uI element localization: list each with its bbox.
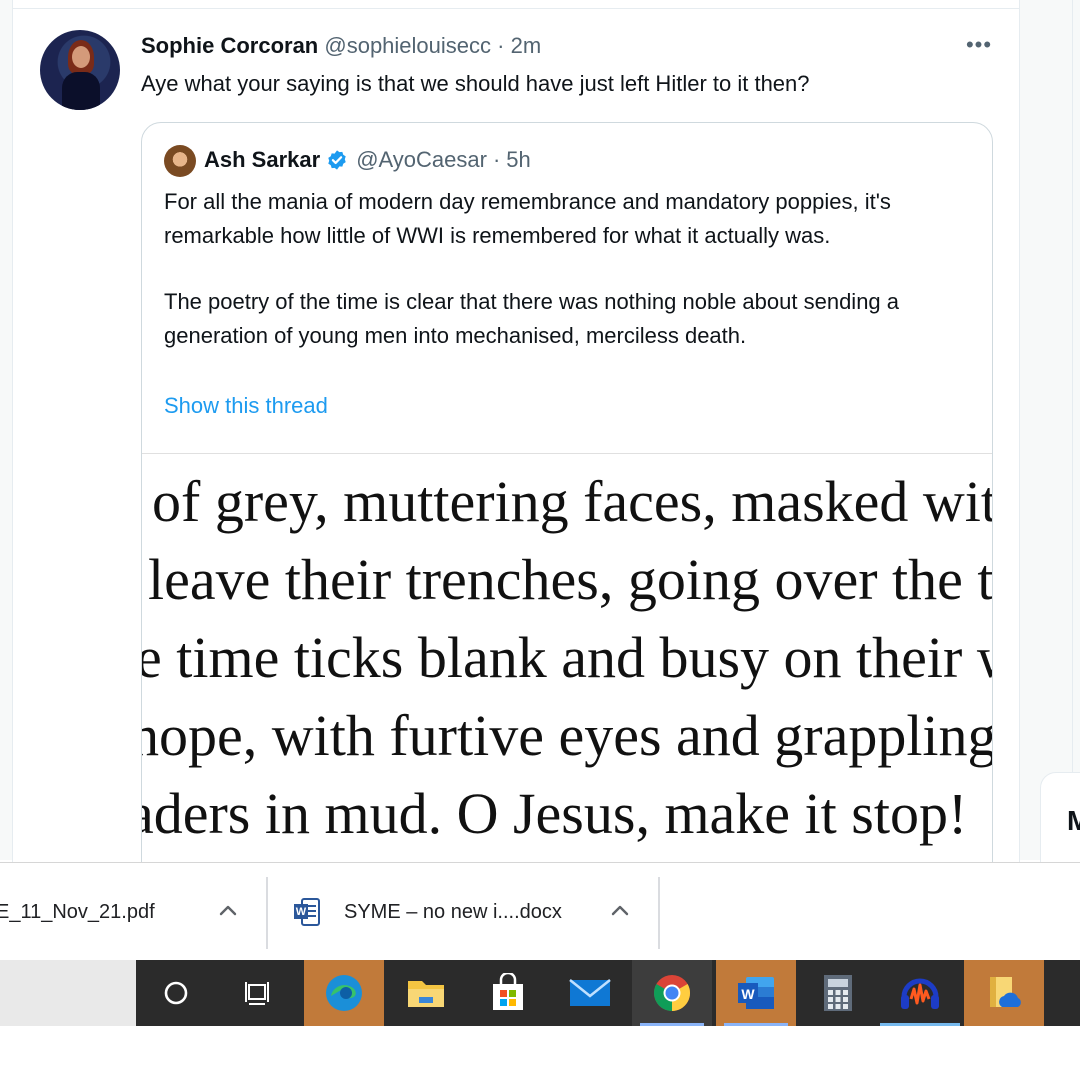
download-filename: E_11_Nov_21.pdf [0,901,155,923]
file-explorer-icon [408,981,444,1007]
calculator-icon [824,975,852,1011]
tweet-text: Aye what your saying is that we should h… [141,71,810,96]
quoted-author-handle: @AyoCaesar [356,147,487,172]
taskbar-audacity-button[interactable] [880,960,960,1026]
quoted-tweet-header: Ash Sarkar @AyoCaesar · 5h [204,147,531,173]
poem-line: leave their trenches, going over the to [148,547,993,612]
download-separator [658,877,660,949]
chevron-up-icon[interactable] [608,899,632,923]
divider [13,8,1019,9]
taskbar: W [0,960,1080,1026]
taskbar-file-explorer-button[interactable] [386,960,466,1026]
taskbar-search-box[interactable] [0,960,136,1026]
quoted-paragraph-1: For all the mania of modern day remembra… [164,189,891,248]
poem-image[interactable]: of grey, muttering faces, masked with le… [142,453,993,862]
separator-dot: · [492,147,501,172]
word-icon: W [738,977,774,1009]
download-item-docx[interactable]: W SYME – no new i....docx [268,863,660,961]
verified-badge-icon [328,150,346,170]
download-item-pdf[interactable]: E_11_Nov_21.pdf [0,863,266,961]
chevron-up-icon[interactable] [216,899,240,923]
separator-dot: · [497,33,505,58]
download-bar: E_11_Nov_21.pdf W SYME – no new i....doc… [0,862,1080,960]
taskbar-chrome-button[interactable] [632,960,712,1026]
word-doc-icon: W [294,898,320,926]
edge-icon [326,975,362,1011]
chrome-icon [653,975,691,1011]
messages-drawer-label: M [1067,805,1080,836]
poem-line: aders in mud. O Jesus, make it stop! [142,781,968,846]
store-icon [493,973,523,1010]
mail-icon [569,979,611,1006]
poem-line: e time ticks blank and busy on their w [142,625,993,690]
svg-text:W: W [296,906,307,918]
avatar-face [72,46,90,68]
quoted-tweet-text: For all the mania of modern day remembra… [164,185,974,353]
cortana-icon [164,981,188,1005]
quoted-author-name: Ash Sarkar [204,147,321,172]
audacity-icon [901,978,939,1009]
avatar-body [62,72,100,110]
taskbar-store-button[interactable] [468,960,548,1026]
messages-drawer[interactable]: M [1040,772,1080,872]
onedrive-folder-icon [990,977,1021,1007]
tweet-time[interactable]: 2m [511,33,542,58]
tweet-feed: Sophie Corcoran @sophielouisecc · 2m •••… [12,0,1020,862]
image-edge [992,454,993,862]
quoted-author-avatar [164,145,196,177]
tweet-header: Sophie Corcoran @sophielouisecc · 2m [141,33,541,59]
author-avatar[interactable] [40,30,120,110]
cortana-button[interactable] [136,960,216,1026]
poem-line: of grey, muttering faces, masked with [152,469,993,534]
task-view-button[interactable] [218,960,298,1026]
quoted-paragraph-2: The poetry of the time is clear that the… [164,289,900,348]
quoted-tweet-card[interactable]: Ash Sarkar @AyoCaesar · 5h For all the m… [141,122,993,862]
taskbar-calculator-button[interactable] [798,960,878,1026]
download-filename: SYME – no new i....docx [344,901,562,923]
svg-text:W: W [741,986,755,1002]
sidebar-edge [1072,0,1080,780]
author-handle[interactable]: @sophielouisecc [324,33,491,58]
taskbar-word-button[interactable]: W [716,960,796,1026]
task-view-icon [245,982,269,1005]
quoted-tweet-time: 5h [506,147,531,172]
poem-line: hope, with furtive eyes and grappling [142,703,993,768]
taskbar-mail-button[interactable] [550,960,630,1026]
show-thread-link[interactable]: Show this thread [164,393,328,419]
taskbar-onedrive-folder-button[interactable] [964,960,1044,1026]
author-name[interactable]: Sophie Corcoran [141,33,318,58]
more-options-button[interactable]: ••• [961,32,997,62]
taskbar-edge-button[interactable] [304,960,384,1026]
page-bottom-area [0,1026,1080,1080]
